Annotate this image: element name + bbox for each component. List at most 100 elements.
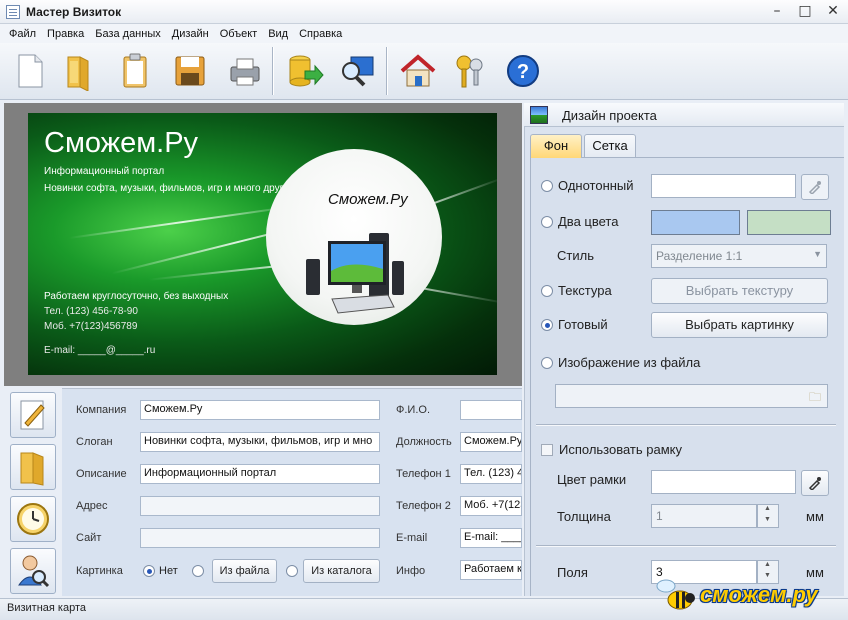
menu-object[interactable]: Объект [215, 28, 263, 40]
site-field[interactable] [140, 528, 380, 548]
position-field[interactable]: Сможем.Ру [460, 432, 522, 452]
picture-from-file-button[interactable]: Из файла [212, 559, 277, 583]
info-field[interactable]: Работаем к [460, 560, 522, 580]
solid-color-field[interactable] [651, 174, 796, 198]
clipboard-icon[interactable] [115, 51, 155, 91]
ready-radio[interactable] [541, 319, 553, 331]
save-icon[interactable] [170, 51, 210, 91]
section-divider [536, 424, 836, 425]
toolbar-separator [272, 47, 273, 95]
phone2-field[interactable]: Моб. +7(123 [460, 496, 522, 516]
second-color-swatch[interactable] [747, 210, 831, 235]
home-icon[interactable] [398, 51, 438, 91]
phone1-field[interactable]: Тел. (123) 4 [460, 464, 522, 484]
image-file-radio[interactable] [541, 357, 553, 369]
find-contact-button[interactable] [10, 548, 56, 594]
edit-text-button[interactable] [10, 392, 56, 438]
user-search-icon [18, 555, 50, 588]
texture-radio[interactable] [541, 285, 553, 297]
thickness-spinner[interactable] [757, 504, 779, 528]
card-line-mobile: Моб. +7(123)456789 [44, 321, 138, 332]
app-icon [6, 4, 20, 19]
address-field[interactable] [140, 496, 380, 516]
help-icon[interactable]: ? [503, 51, 543, 91]
menu-database[interactable]: База данных [90, 28, 167, 40]
card-description: Информационный портал [44, 166, 165, 177]
description-field[interactable]: Информационный портал [140, 464, 380, 484]
print-icon[interactable] [225, 51, 265, 91]
image-file-label: Изображение из файла [558, 355, 701, 370]
design-panel-title: Дизайн проекта [562, 108, 657, 123]
window-title: Мастер Визиток [26, 4, 122, 19]
menu-help[interactable]: Справка [294, 28, 348, 40]
card-company-name: Сможем.Ру [44, 127, 199, 159]
solid-color-picker-button[interactable] [801, 174, 829, 200]
card-picture-circle [266, 149, 442, 325]
position-label: Должность [396, 436, 452, 448]
new-document-icon[interactable] [10, 51, 50, 91]
picture-catalog-radio[interactable] [286, 565, 298, 577]
card-line-email: E-mail: _____@_____.ru [44, 345, 156, 356]
thickness-label: Толщина [557, 509, 611, 524]
email-label: E-mail [396, 532, 428, 544]
minimize-button[interactable]: – [770, 3, 784, 19]
section-divider [536, 545, 836, 546]
thickness-field[interactable]: 1 [651, 504, 757, 528]
picture-from-catalog-button[interactable]: Из каталога [303, 559, 380, 583]
business-card-preview[interactable]: Сможем.Ру Информационный портал Новинки … [28, 113, 497, 375]
two-colors-radio[interactable] [541, 216, 553, 228]
email-field[interactable]: E-mail: _____ [460, 528, 522, 548]
use-frame-checkbox[interactable] [541, 444, 553, 456]
slogan-label: Слоган [76, 436, 113, 448]
book-icon [20, 452, 44, 486]
clock-icon [17, 503, 49, 535]
menu-view[interactable]: Вид [263, 28, 294, 40]
tab-grid[interactable]: Сетка [584, 134, 636, 157]
site-label: Сайт [76, 532, 102, 544]
open-project-button[interactable] [10, 444, 56, 490]
fio-field[interactable] [460, 400, 522, 420]
eyedropper-icon [808, 477, 821, 492]
frame-color-picker-button[interactable] [801, 470, 829, 496]
slogan-field[interactable]: Новинки софта, музыки, фильмов, игр и мн… [140, 432, 380, 452]
window-controls: – □ ✕ [770, 3, 840, 19]
toolbar-separator [386, 47, 387, 95]
eyedropper-icon [808, 181, 821, 196]
menu-edit[interactable]: Правка [42, 28, 90, 40]
maximize-button[interactable]: □ [798, 3, 812, 19]
card-slogan: Новинки софта, музыки, фильмов, игр и мн… [44, 183, 298, 194]
computer-illustration [306, 233, 404, 314]
menu-design[interactable]: Дизайн [167, 28, 215, 40]
database-export-icon[interactable] [285, 51, 325, 91]
image-file-path-field[interactable]: 🗀 [555, 384, 828, 408]
solid-color-radio[interactable] [541, 180, 553, 192]
history-button[interactable] [10, 496, 56, 542]
choose-texture-button[interactable]: Выбрать текстуру [651, 278, 828, 304]
company-field[interactable]: Сможем.Ру [140, 400, 380, 420]
margins-label: Поля [557, 565, 588, 580]
ready-label: Готовый [558, 317, 608, 332]
thickness-unit: мм [806, 509, 824, 524]
use-frame-label: Использовать рамку [559, 442, 683, 457]
style-select-value: Разделение 1:1 [656, 249, 743, 263]
open-folder-icon[interactable] [60, 51, 100, 91]
tab-background[interactable]: Фон [530, 134, 582, 158]
bee-icon [656, 579, 695, 610]
choose-picture-button[interactable]: Выбрать картинку [651, 312, 828, 338]
title-bar: Мастер Визиток – □ ✕ [0, 0, 848, 24]
company-label: Компания [76, 404, 127, 416]
picture-none-radio[interactable] [143, 565, 155, 577]
menu-file[interactable]: Файл [4, 28, 42, 40]
site-watermark: сможем.ру [652, 576, 842, 616]
picture-file-radio[interactable] [192, 565, 204, 577]
close-button[interactable]: ✕ [826, 3, 840, 19]
toolbar: ? [0, 43, 848, 100]
keys-icon[interactable] [450, 51, 490, 91]
watermark-text: сможем.ру [700, 582, 818, 607]
search-preview-icon[interactable] [337, 51, 377, 91]
style-select[interactable]: Разделение 1:1 ▼ [651, 244, 827, 268]
first-color-swatch[interactable] [651, 210, 740, 235]
address-label: Адрес [76, 500, 108, 512]
side-tools [8, 390, 58, 596]
frame-color-field[interactable] [651, 470, 796, 494]
